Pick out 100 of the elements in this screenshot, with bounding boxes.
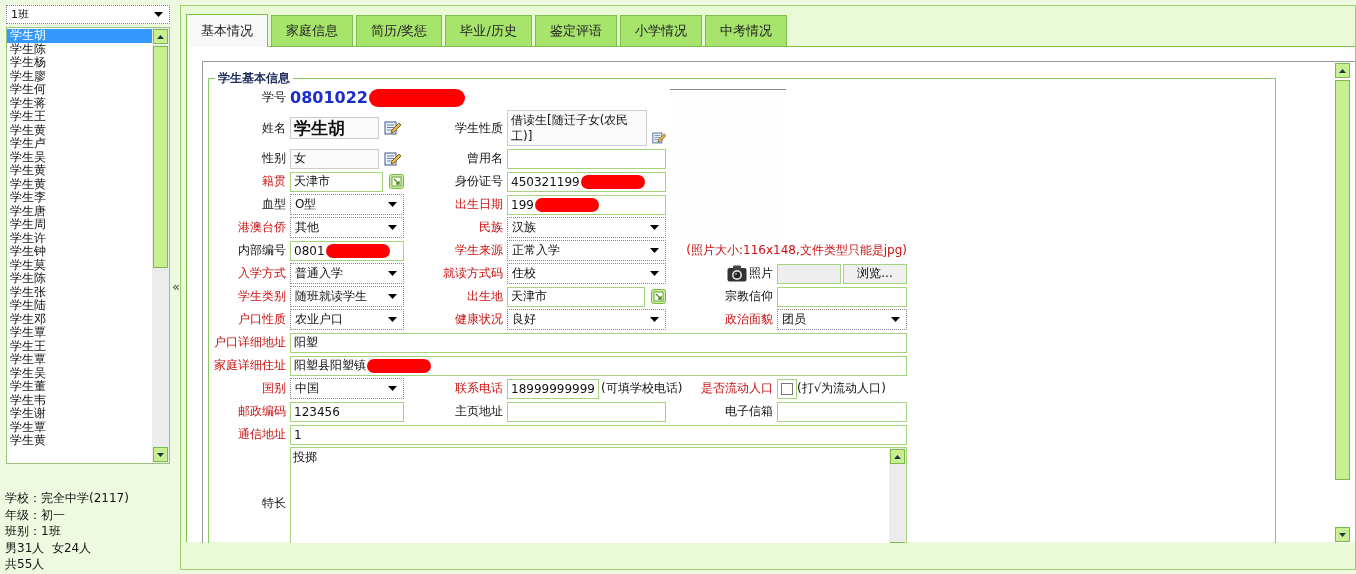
collapse-button[interactable]: «: [172, 278, 180, 294]
field-label: 联系电话: [455, 380, 503, 397]
student-item[interactable]: 学生廖: [7, 69, 152, 83]
specialty-textarea[interactable]: 投掷: [290, 447, 907, 543]
student-item[interactable]: 学生黄: [7, 123, 152, 137]
field-label: 内部编号: [238, 242, 286, 259]
student-item[interactable]: 学生王: [7, 339, 152, 353]
input-field[interactable]: 天津市: [507, 286, 645, 307]
edit-icon[interactable]: [384, 150, 401, 167]
field-label: 健康状况: [455, 311, 503, 328]
student-item[interactable]: 学生黄: [7, 434, 152, 448]
picker-icon[interactable]: [389, 174, 404, 189]
field-note: (可填学校电话): [601, 380, 683, 397]
student-item[interactable]: 学生黄: [7, 164, 152, 178]
summary-text: 男31人 女24人: [5, 539, 93, 556]
dropdown[interactable]: 其他: [290, 217, 404, 238]
student-item[interactable]: 学生黄: [7, 177, 152, 191]
dropdown[interactable]: 良好: [507, 309, 666, 330]
field-label: 就读方式码: [443, 265, 503, 282]
tab[interactable]: 小学情况: [619, 15, 702, 46]
edit-icon[interactable]: [384, 120, 401, 136]
student-list[interactable]: 学生胡 学生陈 学生杨 学生廖 学生何 学生蒋 学生王 学生黄 学生卢 学生吴 学生黄 学生黄 学生李 学生唐 学生周 学生许 学生钟 学生莫 学生陈 学生张 学生陆 学生邓 学生覃 学生王 学生覃 学生吴 学生董 学生韦 学生谢 学生覃 学生黄: [6, 27, 170, 464]
student-item[interactable]: 学生蒋: [7, 96, 152, 110]
readonly-field[interactable]: 学生胡: [290, 117, 379, 139]
field-label: 籍贯: [262, 173, 286, 190]
input-field[interactable]: 0801: [290, 240, 404, 261]
student-item[interactable]: 学生邓: [7, 312, 152, 326]
tab[interactable]: 简历/奖惩: [356, 15, 443, 46]
dropdown[interactable]: 中国: [290, 378, 404, 399]
student-item[interactable]: 学生吴: [7, 150, 152, 164]
readonly-field[interactable]: 借读生[随迁子女(农民工)]: [507, 110, 647, 146]
student-item[interactable]: 学生李: [7, 191, 152, 205]
student-item[interactable]: 学生杨: [7, 56, 152, 70]
field-label: 是否流动人口: [701, 380, 773, 397]
student-item[interactable]: 学生陈: [7, 272, 152, 286]
student-item[interactable]: 学生韦: [7, 393, 152, 407]
field-label: 出生日期: [455, 196, 503, 213]
input-field[interactable]: 阳塑: [290, 332, 907, 353]
student-item[interactable]: 学生吴: [7, 366, 152, 380]
student-item[interactable]: 学生谢: [7, 407, 152, 421]
student-item[interactable]: 学生周: [7, 218, 152, 232]
dropdown[interactable]: O型: [290, 194, 404, 215]
student-item[interactable]: 学生陈: [7, 42, 152, 56]
student-item[interactable]: 学生王: [7, 110, 152, 124]
scrollbar[interactable]: [1334, 62, 1351, 543]
input-field[interactable]: 阳塑县阳塑镇: [290, 355, 907, 376]
dropdown[interactable]: 随班就读学生: [290, 286, 404, 307]
input-field[interactable]: 450321199: [507, 171, 666, 192]
dropdown[interactable]: 汉族: [507, 217, 666, 238]
student-item[interactable]: 学生唐: [7, 204, 152, 218]
student-item[interactable]: 学生覃: [7, 326, 152, 340]
input-field[interactable]: [777, 286, 907, 307]
scroll-up-icon: [157, 34, 164, 39]
dropdown[interactable]: 团员: [777, 309, 907, 330]
caret-icon: [891, 317, 900, 322]
dropdown[interactable]: 普通入学: [290, 263, 404, 284]
student-item[interactable]: 学生许: [7, 231, 152, 245]
field-label: 政治面貌: [725, 311, 773, 328]
class-select[interactable]: 1班: [6, 5, 170, 24]
scroll-up-icon: [1339, 68, 1346, 73]
student-item[interactable]: 学生何: [7, 83, 152, 97]
picker-icon[interactable]: [651, 289, 666, 304]
input-field[interactable]: 1: [290, 424, 907, 445]
student-item[interactable]: 学生覃: [7, 353, 152, 367]
browse-button[interactable]: 浏览...: [843, 263, 907, 284]
student-item[interactable]: 学生董: [7, 380, 152, 394]
scrollbar[interactable]: [152, 28, 169, 463]
section-title: 学生基本信息: [217, 70, 291, 87]
tab[interactable]: 毕业/历史: [445, 15, 532, 46]
student-item[interactable]: 学生张: [7, 285, 152, 299]
field-label: 户口性质: [238, 311, 286, 328]
input-field[interactable]: [507, 148, 666, 169]
tab[interactable]: 中考情况: [704, 15, 787, 46]
input-field[interactable]: [507, 401, 666, 422]
tab[interactable]: 家庭信息: [271, 15, 353, 46]
dropdown[interactable]: 住校: [507, 263, 666, 284]
input-field[interactable]: 18999999999: [507, 378, 599, 399]
field-label: 特长: [262, 494, 286, 512]
tab[interactable]: 基本情况: [186, 14, 268, 47]
student-item[interactable]: 学生陆: [7, 299, 152, 313]
caret-icon: [388, 294, 397, 299]
input-field[interactable]: [777, 401, 907, 422]
dropdown[interactable]: 正常入学: [507, 240, 666, 261]
edit-icon[interactable]: [652, 130, 666, 146]
field-label: 电子信箱: [725, 403, 773, 420]
input-field[interactable]: 天津市: [290, 171, 383, 192]
student-item[interactable]: 学生覃: [7, 420, 152, 434]
field-label: 性别: [262, 150, 286, 167]
student-item[interactable]: 学生卢: [7, 137, 152, 151]
caret-icon: [154, 12, 163, 17]
student-item[interactable]: 学生钟: [7, 245, 152, 259]
tab[interactable]: 鉴定评语: [534, 15, 617, 46]
input-field[interactable]: 199: [507, 194, 666, 215]
file-path-field[interactable]: [777, 263, 841, 284]
readonly-field[interactable]: 女: [290, 148, 379, 169]
dropdown[interactable]: 农业户口: [290, 309, 404, 330]
input-field[interactable]: 123456: [290, 401, 404, 422]
student-item[interactable]: 学生莫: [7, 258, 152, 272]
summary-text: 学校：完全中学(2117): [5, 490, 130, 507]
caret-icon: [388, 317, 397, 322]
